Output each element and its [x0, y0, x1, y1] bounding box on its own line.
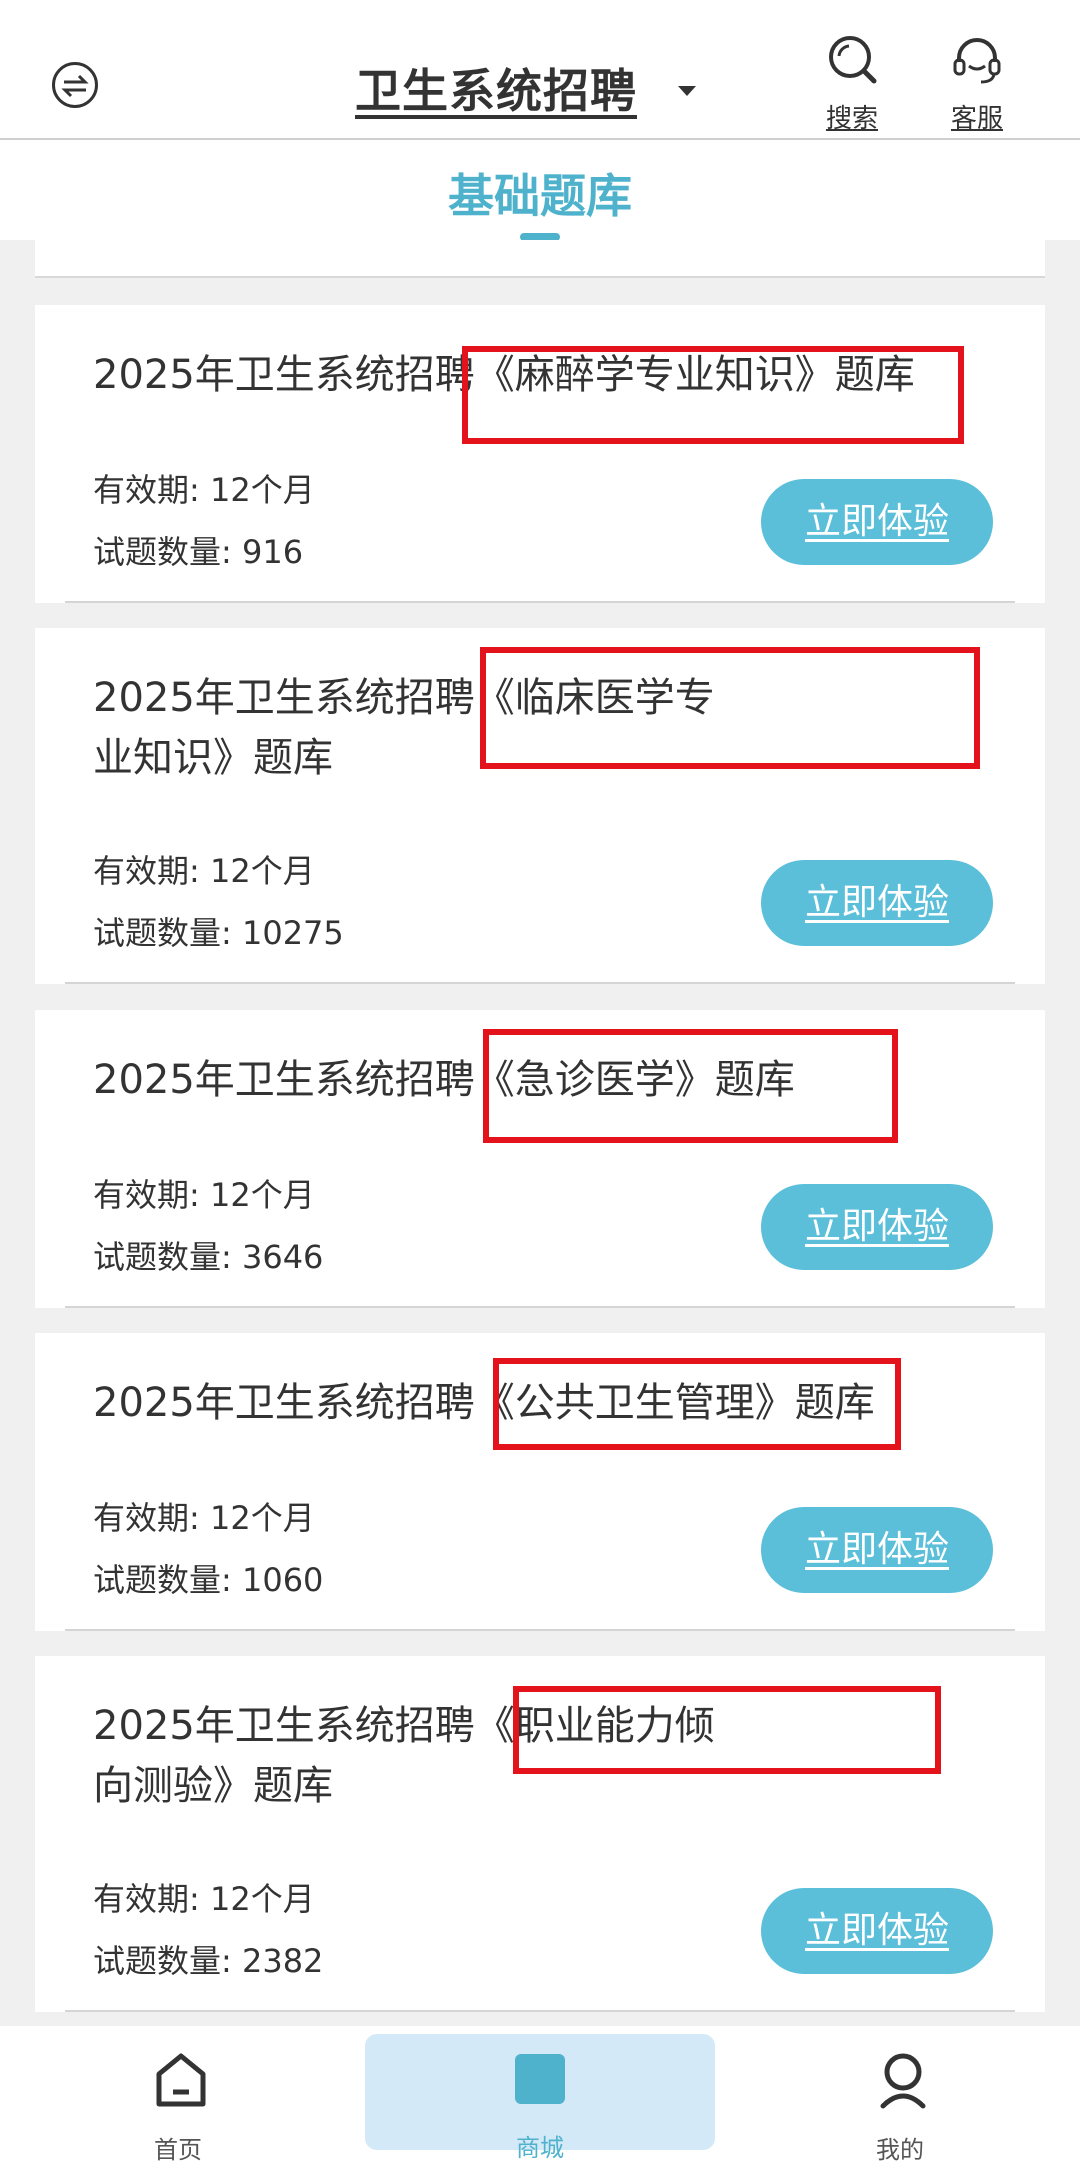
highlight-box — [462, 346, 964, 444]
customer-service-label: 客服 — [950, 104, 1003, 134]
question-count-label: 试题数量: — [93, 533, 242, 571]
search-label: 搜索 — [825, 104, 878, 134]
section-tab-basic-question-bank[interactable]: 基础题库 — [0, 160, 1080, 226]
validity-row: 有效期: 12个月 — [93, 1493, 315, 1539]
chevron-down-icon[interactable] — [678, 86, 696, 96]
highlight-box — [480, 647, 980, 769]
question-count-label: 试题数量: — [93, 1942, 242, 1980]
nav-mall[interactable]: 商城 — [365, 2034, 715, 2162]
question-count-value: 3646 — [241, 1238, 324, 1276]
try-now-button[interactable]: 立即体验 — [761, 1184, 993, 1270]
highlight-box — [483, 1029, 898, 1143]
divider — [65, 1306, 1015, 1308]
question-count-value: 1060 — [241, 1561, 324, 1599]
try-now-button[interactable]: 立即体验 — [761, 1507, 993, 1593]
validity-label: 有效期: — [93, 1880, 210, 1918]
home-icon — [156, 2053, 206, 2107]
validity-value: 12个月 — [209, 1499, 315, 1537]
question-count-row: 试题数量: 916 — [93, 527, 303, 573]
validity-value: 12个月 — [209, 852, 315, 890]
divider — [65, 1629, 1015, 1631]
validity-label: 有效期: — [93, 1176, 210, 1214]
question-count-row: 试题数量: 3646 — [93, 1232, 323, 1278]
mall-icon — [515, 2054, 565, 2104]
validity-row: 有效期: 12个月 — [93, 465, 315, 511]
bottom-nav: 首页 商城 我的 — [0, 2026, 1080, 2168]
nav-mine[interactable]: 我的 — [725, 2026, 1075, 2168]
validity-value: 12个月 — [209, 1176, 315, 1214]
headset-icon — [953, 38, 1001, 84]
divider — [65, 601, 1015, 603]
question-count-row: 试题数量: 10275 — [93, 908, 344, 954]
divider — [65, 2010, 1015, 2012]
question-count-label: 试题数量: — [93, 1561, 242, 1599]
nav-home[interactable]: 首页 — [3, 2026, 353, 2168]
validity-row: 有效期: 12个月 — [93, 1874, 315, 1920]
highlight-box — [493, 1358, 901, 1450]
nav-mall-label: 商城 — [516, 2134, 564, 2162]
try-now-button[interactable]: 立即体验 — [761, 860, 993, 946]
user-icon — [880, 2053, 926, 2109]
validity-value: 12个月 — [209, 1880, 315, 1918]
section-bar: 基础题库 — [0, 140, 1080, 241]
question-count-label: 试题数量: — [93, 914, 242, 952]
question-count-value: 916 — [241, 533, 304, 571]
validity-label: 有效期: — [93, 1499, 210, 1537]
switch-icon[interactable] — [52, 62, 98, 108]
validity-value: 12个月 — [209, 471, 315, 509]
try-now-button[interactable]: 立即体验 — [761, 1888, 993, 1974]
question-count-value: 10275 — [241, 914, 344, 952]
nav-mine-label: 我的 — [876, 2136, 924, 2164]
top-bar: 卫生系统招聘 搜索 客服 — [0, 0, 1080, 140]
question-count-row: 试题数量: 2382 — [93, 1936, 323, 1982]
previous-card-tail — [35, 240, 1045, 278]
question-count-value: 2382 — [241, 1942, 324, 1980]
search-button[interactable]: 搜索 — [812, 32, 892, 135]
divider — [65, 982, 1015, 984]
validity-label: 有效期: — [93, 852, 210, 890]
question-count-row: 试题数量: 1060 — [93, 1555, 323, 1601]
customer-service-button[interactable]: 客服 — [937, 32, 1017, 135]
nav-home-label: 首页 — [154, 2136, 202, 2164]
highlight-box — [513, 1686, 941, 1774]
search-icon — [829, 36, 877, 84]
question-count-label: 试题数量: — [93, 1238, 242, 1276]
validity-row: 有效期: 12个月 — [93, 846, 315, 892]
validity-row: 有效期: 12个月 — [93, 1170, 315, 1216]
validity-label: 有效期: — [93, 471, 210, 509]
try-now-button[interactable]: 立即体验 — [761, 479, 993, 565]
exam-category-title[interactable]: 卫生系统招聘 — [355, 55, 637, 121]
